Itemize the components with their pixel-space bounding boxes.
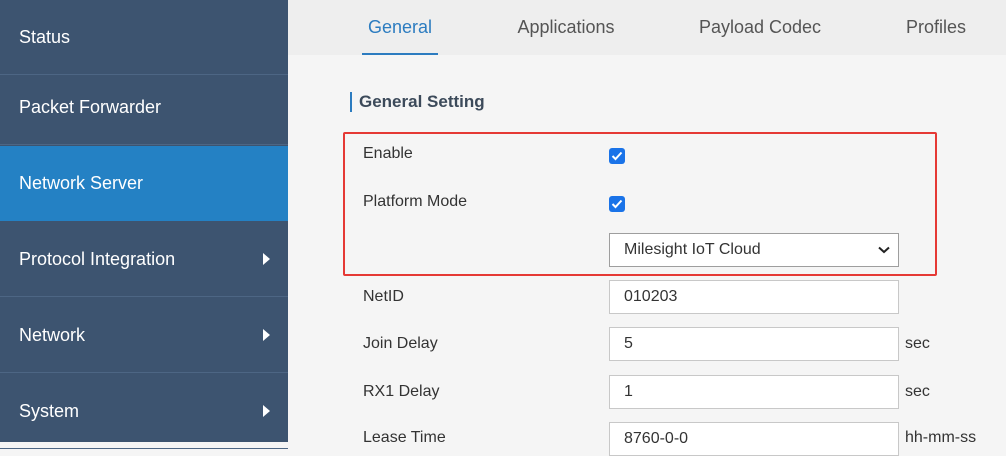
tab-payload-codec[interactable]: Payload Codec	[694, 0, 826, 55]
sidebar-item-protocol-integration[interactable]: Protocol Integration	[0, 222, 288, 297]
tab-label: Profiles	[905, 17, 967, 37]
tab-bar: General Applications Payload Codec Profi…	[288, 0, 1006, 55]
chevron-right-icon	[263, 329, 270, 341]
sidebar-item-label: Status	[19, 26, 71, 47]
netid-field[interactable]: 010203	[609, 280, 899, 314]
platform-mode-checkbox[interactable]	[609, 196, 625, 212]
netid-value: 010203	[624, 288, 678, 305]
chevron-right-icon	[263, 405, 270, 417]
section-title: General Setting	[350, 92, 485, 112]
sidebar-item-status[interactable]: Status	[0, 0, 288, 75]
checkmark-icon	[611, 199, 623, 209]
sidebar-item-system[interactable]: System	[0, 374, 288, 449]
lease-time-label: Lease Time	[363, 429, 446, 446]
sidebar-item-label: Network Server	[19, 172, 144, 193]
rx1-delay-value: 1	[624, 383, 633, 400]
join-delay-field[interactable]: 5	[609, 327, 899, 361]
platform-select[interactable]: Milesight IoT Cloud	[609, 233, 899, 267]
main-content: General Applications Payload Codec Profi…	[288, 0, 1006, 456]
sidebar-item-network-server[interactable]: Network Server	[0, 146, 288, 221]
chevron-right-icon	[263, 253, 270, 265]
tab-label: Applications	[517, 17, 615, 37]
sidebar-item-label: System	[19, 400, 80, 421]
lease-time-unit: hh-mm-ss	[905, 429, 977, 446]
join-delay-unit: sec	[905, 335, 930, 352]
sidebar-item-label: Packet Forwarder	[19, 96, 162, 117]
sidebar-item-label: Protocol Integration	[19, 248, 176, 269]
rx1-delay-label: RX1 Delay	[363, 383, 440, 400]
join-delay-value: 5	[624, 335, 633, 352]
checkmark-icon	[611, 151, 623, 161]
platform-mode-label: Platform Mode	[363, 193, 468, 210]
platform-select-value: Milesight IoT Cloud	[624, 241, 761, 258]
lease-time-value: 8760-0-0	[624, 430, 689, 447]
active-tab-indicator	[362, 53, 438, 55]
rx1-delay-field[interactable]: 1	[609, 375, 899, 409]
sidebar-item-label: Network	[19, 324, 86, 345]
tab-label: Payload Codec	[698, 17, 822, 37]
sidebar-item-network[interactable]: Network	[0, 298, 288, 373]
chevron-down-icon	[878, 246, 890, 254]
enable-checkbox[interactable]	[609, 148, 625, 164]
join-delay-label: Join Delay	[363, 335, 438, 352]
netid-label: NetID	[363, 288, 404, 305]
tab-label: General	[367, 17, 433, 37]
sidebar-item-packet-forwarder[interactable]: Packet Forwarder	[0, 70, 288, 145]
enable-label: Enable	[363, 145, 413, 162]
lease-time-field[interactable]: 8760-0-0	[609, 422, 899, 456]
tab-profiles[interactable]: Profiles	[898, 0, 974, 55]
tab-applications[interactable]: Applications	[510, 0, 622, 55]
tab-general[interactable]: General	[362, 0, 438, 55]
sidebar: Status Packet Forwarder Network Server P…	[0, 0, 288, 449]
rx1-delay-unit: sec	[905, 383, 930, 400]
